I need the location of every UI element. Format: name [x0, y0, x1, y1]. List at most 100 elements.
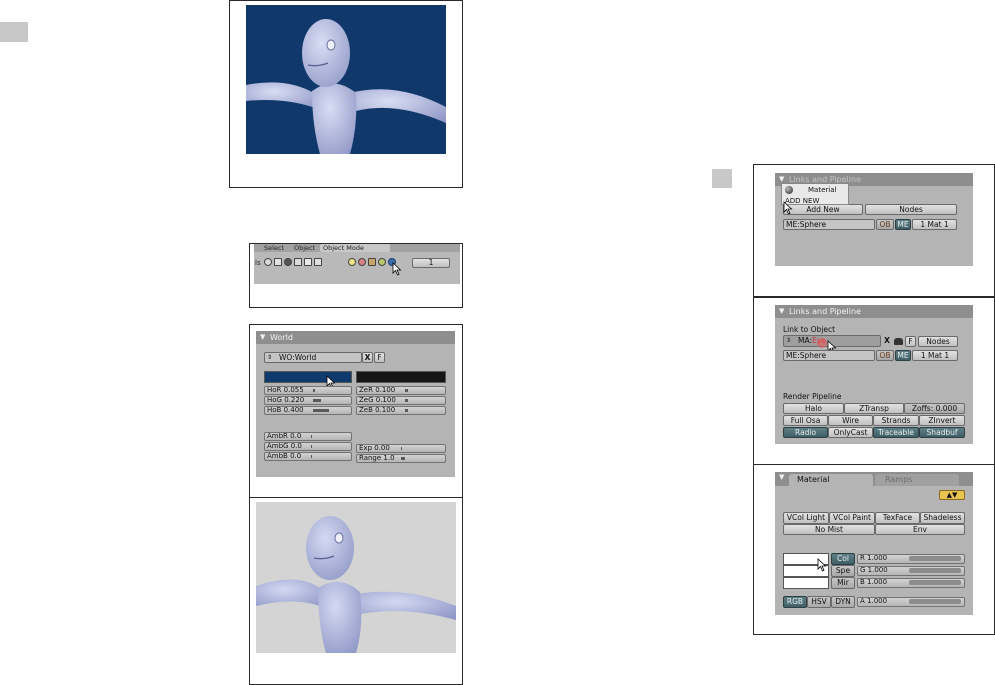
alpha-slider[interactable]: A 1.000 — [857, 597, 965, 607]
frame-counter[interactable]: 1 — [412, 258, 450, 268]
mouse-cursor-icon — [392, 262, 402, 276]
mat-index[interactable]: 1 Mat 1 — [912, 350, 958, 361]
menu-object[interactable]: Object — [294, 244, 315, 252]
collapse-triangle-icon[interactable]: ▼ — [779, 473, 784, 481]
alpha-slider-fill — [909, 599, 961, 604]
material-unlink-button[interactable]: X — [882, 336, 892, 347]
hsv-mode-button[interactable]: HSV — [807, 596, 831, 608]
hob-slider[interactable]: HoB 0.400 — [264, 406, 352, 415]
mode-select[interactable]: Object Mode — [320, 244, 390, 252]
col-button[interactable]: Col — [831, 553, 855, 565]
ob-button[interactable]: OB — [876, 350, 894, 361]
texture-icon[interactable] — [368, 258, 376, 266]
me-button[interactable]: ME — [895, 350, 911, 361]
browse-arrows-icon[interactable]: ⇕ — [267, 353, 272, 362]
wire-button[interactable]: Wire — [828, 415, 873, 426]
zeb-slider-fill — [405, 409, 408, 412]
mir-swatch[interactable] — [783, 577, 829, 589]
shadeless-button[interactable]: Shadeless — [920, 512, 965, 524]
onlycast-button[interactable]: OnlyCast — [828, 427, 873, 438]
nodes-button[interactable]: Nodes — [865, 204, 957, 215]
logic-icon[interactable] — [264, 258, 272, 266]
highlight-dot — [817, 338, 827, 348]
no-mist-button[interactable]: No Mist — [783, 524, 875, 535]
rgb-mode-button[interactable]: RGB — [783, 596, 807, 608]
traceable-button[interactable]: Traceable — [873, 427, 919, 438]
radio-button[interactable]: Radio — [783, 427, 828, 438]
collapse-triangle-icon[interactable]: ▼ — [779, 305, 784, 318]
ambr-slider[interactable]: AmbR 0.0 — [264, 432, 352, 441]
hor-slider[interactable]: HoR 0.055 — [264, 386, 352, 395]
env-button[interactable]: Env — [875, 524, 965, 535]
world-frame: ▼ World ⇕ WO:World X F HoR 0.055 HoG 0.22… — [249, 324, 463, 498]
vcol-paint-button[interactable]: VCol Paint — [829, 512, 875, 524]
ambb-slider[interactable]: AmbB 0.0 — [264, 452, 352, 461]
ztransp-button[interactable]: ZTransp — [844, 403, 904, 414]
hor-slider-fill — [313, 389, 315, 392]
popup-frame: ▼ Links and Pipeline Add New Nodes ME:Sph… — [753, 164, 995, 297]
horizon-color-swatch[interactable] — [264, 371, 352, 383]
material-icon[interactable] — [358, 258, 366, 266]
zenith-color-swatch[interactable] — [356, 371, 446, 383]
collapse-triangle-icon[interactable]: ▼ — [260, 331, 265, 344]
links-frame: ▼ Links and Pipeline Link to Object ⇕ MA:… — [753, 297, 995, 465]
zinvert-button[interactable]: ZInvert — [919, 415, 965, 426]
script-icon[interactable] — [274, 258, 282, 266]
nodes-button[interactable]: Nodes — [918, 336, 958, 347]
texface-button[interactable]: TexFace — [875, 512, 920, 524]
full-osa-button[interactable]: Full Osa — [783, 415, 828, 426]
world-datablock[interactable]: ⇕ WO:World — [264, 352, 362, 363]
world-panel-header: ▼ World — [256, 331, 455, 344]
range-slider[interactable]: Range 1.0 — [356, 454, 446, 463]
lamp-icon[interactable] — [348, 258, 356, 266]
add-new-button[interactable]: Add New — [783, 204, 863, 215]
toolbar-frame: Select Object Object Mode ls 1 — [249, 243, 463, 308]
menu-select[interactable]: Select — [264, 244, 284, 252]
browse-arrows-icon[interactable]: ⇕ — [786, 336, 791, 346]
button-context-group[interactable] — [264, 256, 344, 269]
b-slider-fill — [909, 580, 961, 585]
radiosity-icon[interactable] — [378, 258, 386, 266]
copy-paste-arrows[interactable]: ▲▼ — [939, 490, 965, 500]
ambg-slider-fill — [311, 445, 312, 448]
mir-button[interactable]: Mir — [831, 577, 855, 589]
material-frame: ▼ Material Ramps ▲▼ VCol Light VCol Pain… — [753, 464, 995, 635]
mesh-datablock[interactable]: ME:Sphere — [783, 219, 875, 230]
ob-button[interactable]: OB — [876, 219, 894, 230]
b-slider[interactable]: B 1.000 — [857, 578, 965, 588]
object-icon[interactable] — [294, 258, 302, 266]
tab-ramps[interactable]: Ramps — [875, 474, 959, 486]
car-icon[interactable] — [894, 338, 903, 345]
render-image-gray — [256, 502, 456, 653]
world-fake-user-button[interactable]: F — [374, 352, 385, 363]
exp-slider[interactable]: Exp 0.00 — [356, 444, 446, 453]
strands-button[interactable]: Strands — [873, 415, 919, 426]
editing-icon[interactable] — [304, 258, 312, 266]
spe-button[interactable]: Spe — [831, 565, 855, 577]
me-button[interactable]: ME — [895, 219, 911, 230]
mouse-cursor-icon — [817, 558, 827, 572]
tab-material[interactable]: Material — [789, 474, 873, 486]
zoffs-field[interactable]: Zoffs: 0.000 — [904, 403, 965, 414]
shading-icon[interactable] — [284, 258, 292, 266]
scene-icon[interactable] — [314, 258, 322, 266]
r-slider[interactable]: R 1.000 — [857, 554, 965, 564]
world-unlink-button[interactable]: X — [362, 352, 373, 363]
zer-slider[interactable]: ZeR 0.100 — [356, 386, 446, 395]
range-slider-fill — [401, 457, 405, 460]
material-panel: ▼ Material Ramps ▲▼ VCol Light VCol Pain… — [775, 472, 973, 615]
shadbuf-button[interactable]: Shadbuf — [919, 427, 965, 438]
step-marker-left — [0, 22, 28, 42]
g-slider[interactable]: G 1.000 — [857, 566, 965, 576]
ambg-slider[interactable]: AmbG 0.0 — [264, 442, 352, 451]
hog-slider[interactable]: HoG 0.220 — [264, 396, 352, 405]
halo-button[interactable]: Halo — [783, 403, 844, 414]
ambr-slider-fill — [311, 435, 312, 438]
vcol-light-button[interactable]: VCol Light — [783, 512, 829, 524]
zeb-slider[interactable]: ZeB 0.100 — [356, 406, 446, 415]
zeg-slider[interactable]: ZeG 0.100 — [356, 396, 446, 405]
mat-index[interactable]: 1 Mat 1 — [912, 219, 957, 230]
dyn-mode-button[interactable]: DYN — [831, 596, 855, 608]
material-fake-user-button[interactable]: F — [905, 336, 916, 347]
mesh-datablock[interactable]: ME:Sphere — [783, 350, 875, 361]
